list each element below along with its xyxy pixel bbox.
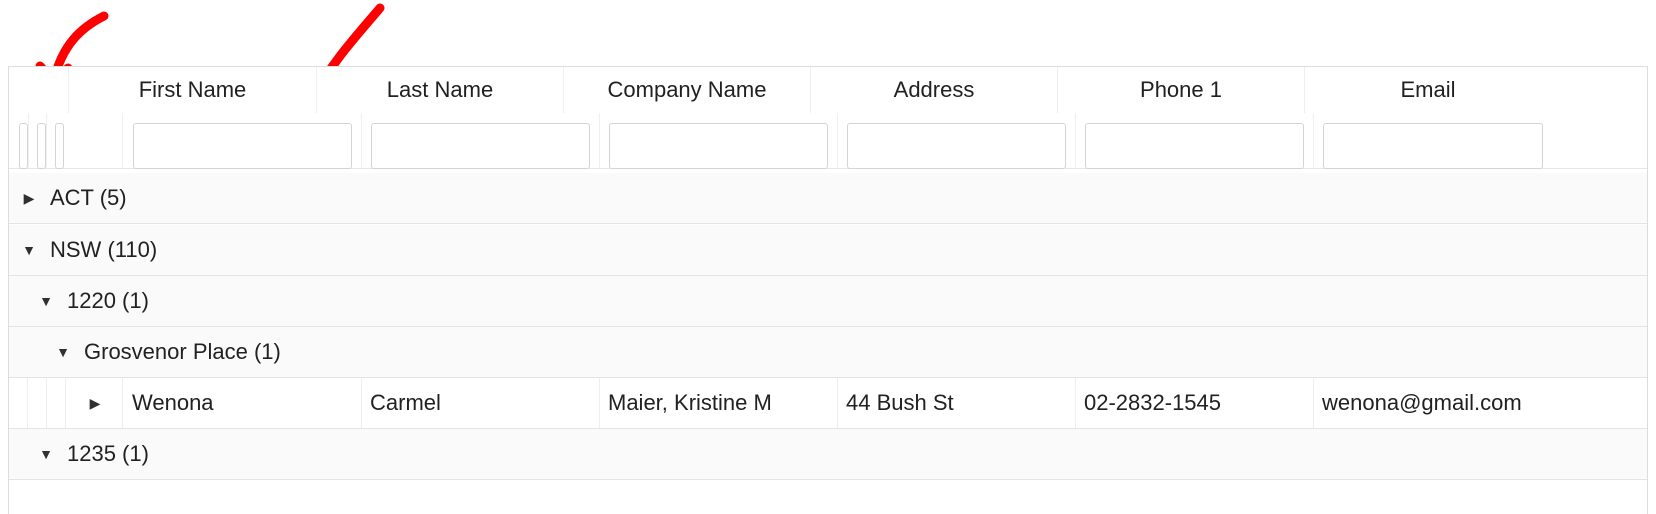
company-name-filter-input[interactable]	[609, 123, 828, 169]
group-label: 1235 (1)	[67, 441, 149, 466]
caret-down-icon[interactable]: ▼	[36, 276, 56, 326]
cell-divider	[599, 378, 600, 428]
cell-divider	[46, 378, 47, 428]
cell-divider	[1313, 378, 1314, 428]
cell-first-name: Wenona	[132, 390, 214, 415]
group-row-nsw[interactable]: ▼ NSW (110)	[9, 225, 1647, 276]
grid-header: First Name Last Name Company Name Addres…	[9, 67, 1647, 114]
filter-divider	[837, 113, 838, 168]
filter-divider	[122, 113, 123, 168]
filter-divider	[46, 113, 47, 168]
column-header-last-name[interactable]: Last Name	[317, 67, 563, 113]
cell-divider	[837, 378, 838, 428]
filter-row	[9, 113, 1647, 169]
caret-down-icon[interactable]: ▼	[36, 429, 56, 479]
group-filter-input[interactable]	[37, 123, 46, 169]
table-row[interactable]: ▶ Wenona Carmel Maier, Kristine M 44 Bus…	[9, 378, 1647, 429]
filter-divider	[1313, 113, 1314, 168]
cell-divider	[1075, 378, 1076, 428]
phone1-filter-input[interactable]	[1085, 123, 1304, 169]
last-name-filter-input[interactable]	[371, 123, 590, 169]
group-label: Grosvenor Place (1)	[84, 339, 281, 364]
group-label: ACT (5)	[50, 185, 127, 210]
column-header-email[interactable]: Email	[1305, 67, 1551, 113]
cell-divider	[122, 378, 123, 428]
filter-divider	[1075, 113, 1076, 168]
column-header-company-name[interactable]: Company Name	[564, 67, 810, 113]
group-row-grosvenor-place[interactable]: ▼ Grosvenor Place (1)	[9, 327, 1647, 378]
group-row-1220[interactable]: ▼ 1220 (1)	[9, 276, 1647, 327]
caret-right-icon[interactable]: ▶	[85, 378, 105, 428]
group-filter-input[interactable]	[19, 123, 28, 169]
caret-down-icon[interactable]: ▼	[19, 225, 39, 275]
column-header-first-name[interactable]: First Name	[69, 67, 316, 113]
group-label: NSW (110)	[50, 237, 158, 262]
cell-last-name: Carmel	[370, 390, 441, 415]
first-name-filter-input[interactable]	[133, 123, 352, 169]
filter-divider	[28, 113, 29, 168]
cell-address: 44 Bush St	[846, 390, 954, 415]
group-row-1235[interactable]: ▼ 1235 (1)	[9, 429, 1647, 480]
caret-right-icon[interactable]: ▶	[19, 173, 39, 223]
group-label: 1220 (1)	[67, 288, 149, 313]
cell-company-name: Maier, Kristine M	[608, 390, 772, 415]
email-filter-input[interactable]	[1323, 123, 1543, 169]
cell-email: wenona@gmail.com	[1322, 390, 1522, 415]
cell-divider	[65, 378, 66, 428]
cell-divider	[27, 378, 28, 428]
filter-divider	[361, 113, 362, 168]
caret-down-icon[interactable]: ▼	[53, 327, 73, 377]
cell-phone1: 02-2832-1545	[1084, 390, 1222, 415]
column-header-phone1[interactable]: Phone 1	[1058, 67, 1304, 113]
group-filter-input[interactable]	[55, 123, 64, 169]
filter-divider	[599, 113, 600, 168]
column-header-address[interactable]: Address	[811, 67, 1057, 113]
group-row-act[interactable]: ▶ ACT (5)	[9, 173, 1647, 224]
data-grid: First Name Last Name Company Name Addres…	[8, 66, 1648, 514]
address-filter-input[interactable]	[847, 123, 1066, 169]
cell-divider	[361, 378, 362, 428]
